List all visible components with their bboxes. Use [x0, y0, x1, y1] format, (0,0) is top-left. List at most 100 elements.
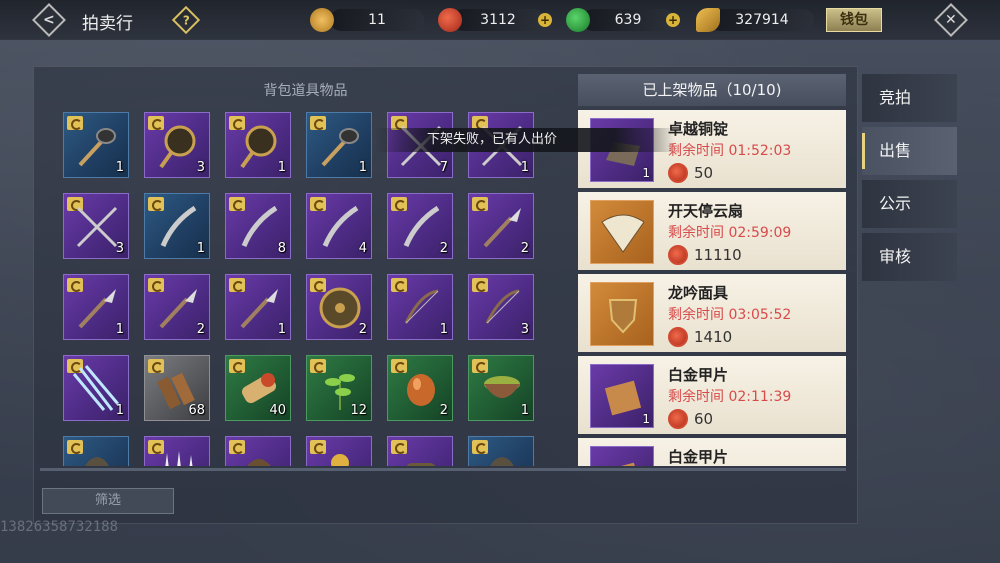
toast-message: 下架失败，已有人出价	[375, 128, 675, 152]
wallet-button[interactable]: 钱包	[826, 8, 882, 32]
item-count: 1	[642, 166, 650, 180]
gauntlet-icon	[396, 445, 446, 466]
add-jade-button[interactable]: +	[666, 13, 680, 27]
brush-icon	[234, 283, 284, 333]
mask-icon	[598, 290, 648, 340]
top-bar: < 拍卖行 ? 11 3112 + 639 + 327914 钱包 ✕	[0, 0, 1000, 40]
divider	[40, 468, 846, 471]
claws-icon	[153, 445, 203, 466]
listed-item-price: 50	[694, 164, 714, 182]
item-count: 1	[115, 160, 124, 175]
mace-icon	[315, 121, 365, 171]
bag-slot[interactable]: 1	[387, 274, 453, 340]
jade-icon	[566, 8, 590, 32]
close-icon: ✕	[934, 3, 968, 37]
listed-item-price: 11110	[694, 246, 742, 264]
red-coin-icon	[668, 327, 688, 347]
bag-slot[interactable]	[468, 436, 534, 466]
add-red-coin-button[interactable]: +	[538, 13, 552, 27]
brush-icon	[153, 283, 203, 333]
item-count: 2	[196, 322, 205, 337]
listed-item[interactable]: 1 白金甲片 剩余时间 02:11:39 60	[578, 356, 846, 434]
item-count: 1	[115, 403, 124, 418]
bag-slot[interactable]: 2	[144, 274, 210, 340]
gold-leaf-icon	[696, 8, 720, 32]
bag-slot[interactable]: 3	[144, 112, 210, 178]
bag-slot[interactable]	[306, 436, 372, 466]
armor-plate-icon	[598, 454, 648, 466]
helmet-icon	[477, 445, 527, 466]
bag-slot[interactable]: 1	[468, 355, 534, 421]
bag-slot[interactable]: 12	[306, 355, 372, 421]
bag-slot[interactable]: 2	[387, 355, 453, 421]
filter-button[interactable]: 筛选	[42, 488, 174, 514]
resource-red-coin: 3112	[452, 9, 544, 31]
item-count: 1	[439, 322, 448, 337]
listed-item[interactable]: 龙吟面具 剩余时间 03:05:52 1410	[578, 274, 846, 352]
bag-title: 背包道具物品	[263, 83, 348, 99]
bag-slot[interactable]: 40	[225, 355, 291, 421]
listed-item-price: 60	[694, 410, 714, 428]
item-count: 1	[520, 160, 529, 175]
listed-item-name: 白金甲片	[668, 448, 729, 466]
saber-icon	[396, 202, 446, 252]
listed-item-thumbnail	[590, 200, 654, 264]
item-count: 3	[520, 322, 529, 337]
bag-slot[interactable]: 1	[63, 112, 129, 178]
bag-slot[interactable]	[225, 436, 291, 466]
remaining-time: 剩余时间 03:05:52	[668, 307, 792, 323]
red-coin-icon	[438, 8, 462, 32]
bag-slot[interactable]: 68	[144, 355, 210, 421]
arrows-icon	[72, 364, 122, 414]
back-button[interactable]: <	[32, 3, 66, 37]
bag-slot[interactable]: 3	[63, 193, 129, 259]
bag-slot[interactable]: 1	[225, 112, 291, 178]
bag-slot[interactable]	[63, 436, 129, 466]
bag-grid[interactable]: 1 3 1 1 7 1 3 1 8 4 2 2 1 2 1 2 1 3 1 68 40 12 2 1	[40, 106, 570, 466]
armor-plate-icon	[598, 372, 648, 422]
bag-slot[interactable]	[144, 436, 210, 466]
bag-slot[interactable]: 4	[306, 193, 372, 259]
tab-0[interactable]: 竞拍	[862, 74, 957, 122]
bag-slot[interactable]: 2	[468, 193, 534, 259]
listed-item-name: 龙吟面具	[668, 284, 729, 302]
resource-value: 11	[368, 12, 386, 28]
tab-3[interactable]: 审核	[862, 233, 957, 281]
shield-icon	[315, 283, 365, 333]
bag-slot[interactable]: 1	[63, 274, 129, 340]
listed-item-name: 开天停云扇	[668, 202, 744, 220]
tab-1[interactable]: 出售	[862, 127, 957, 175]
bag-slot[interactable]	[387, 436, 453, 466]
item-count: 68	[188, 403, 205, 418]
red-coin-icon	[668, 163, 688, 183]
red-coin-icon	[668, 409, 688, 429]
item-count: 2	[439, 241, 448, 256]
bag-slot[interactable]: 1	[63, 355, 129, 421]
bag-slot[interactable]: 3	[468, 274, 534, 340]
bag-slot[interactable]: 1	[225, 274, 291, 340]
item-count: 7	[439, 160, 448, 175]
amber-icon	[396, 364, 446, 414]
mace-icon	[72, 121, 122, 171]
folding-fan-icon	[598, 208, 648, 258]
help-icon[interactable]: ?	[171, 5, 201, 35]
bag-slot[interactable]: 1	[144, 193, 210, 259]
watermark: 13826358732188	[0, 519, 119, 535]
bag-slot[interactable]: 1	[306, 112, 372, 178]
item-count: 12	[350, 403, 367, 418]
listed-title: 已上架物品（10/10)	[578, 74, 846, 106]
bag-slot[interactable]: 2	[387, 193, 453, 259]
listed-items[interactable]: 1 卓越铜锭 剩余时间 01:52:03 50 开天停云扇 剩余时间 02:59:09 11…	[578, 110, 846, 466]
bag-slot[interactable]: 8	[225, 193, 291, 259]
close-button[interactable]: ✕	[934, 3, 968, 37]
bow-icon	[396, 283, 446, 333]
bag-slot[interactable]: 2	[306, 274, 372, 340]
listed-item[interactable]: 开天停云扇 剩余时间 02:59:09 11110	[578, 192, 846, 270]
item-count: 1	[196, 241, 205, 256]
tab-2[interactable]: 公示	[862, 180, 957, 228]
resource-gold-token: 11	[330, 9, 424, 31]
listed-item-name: 白金甲片	[668, 366, 729, 384]
saber-icon	[153, 202, 203, 252]
listed-item-thumbnail	[590, 282, 654, 346]
listed-item[interactable]: 白金甲片	[578, 438, 846, 466]
